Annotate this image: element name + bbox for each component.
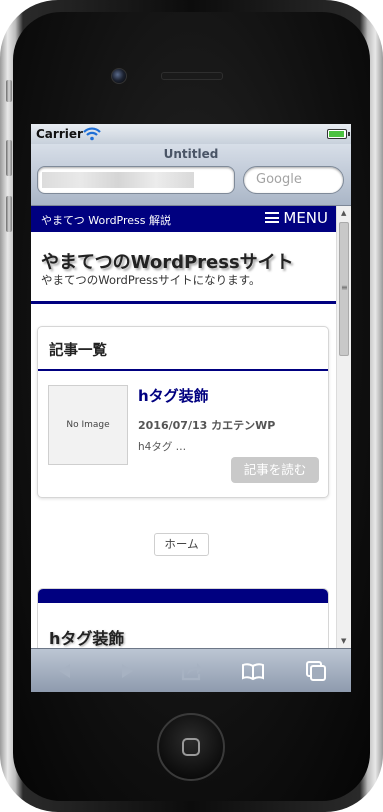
- url-text-blurred: [42, 172, 194, 188]
- menu-icon: [265, 212, 280, 223]
- next-section-card: hタグ装飾: [37, 588, 329, 648]
- post-excerpt: h4タグ …: [138, 441, 187, 453]
- volume-down-button: [6, 196, 12, 232]
- back-icon[interactable]: [53, 659, 77, 683]
- browser-toolbar: Untitled Google: [31, 144, 351, 206]
- iphone-frame: Carrier Untitled Google やまてつ WordPress 解…: [0, 0, 383, 812]
- article-list-heading: 記事一覧: [49, 343, 107, 359]
- scroll-thumb[interactable]: ≡: [339, 222, 349, 356]
- grip-icon: ≡: [341, 283, 348, 292]
- section-bar: [38, 589, 328, 603]
- front-camera: [111, 68, 127, 84]
- header-divider: [31, 301, 336, 304]
- scrollbar[interactable]: ▲ ≡ ▼: [336, 206, 351, 648]
- url-field[interactable]: [37, 166, 235, 194]
- search-input[interactable]: Google: [243, 166, 344, 194]
- mute-switch: [6, 80, 12, 102]
- volume-up-button: [6, 140, 12, 176]
- status-bar: Carrier: [31, 124, 351, 144]
- share-icon[interactable]: [180, 659, 204, 683]
- post-thumbnail[interactable]: No Image: [48, 385, 128, 465]
- post-title-link[interactable]: hタグ装飾: [138, 385, 209, 406]
- article-list-card: 記事一覧 No Image hタグ装飾 2016/07/13 カエテンWP h4…: [37, 326, 329, 498]
- read-more-button[interactable]: 記事を読む: [231, 457, 319, 483]
- site-title[interactable]: やまてつのWordPressサイト: [41, 248, 294, 274]
- tabs-icon[interactable]: [304, 659, 328, 683]
- home-square-icon: [182, 738, 200, 756]
- menu-button[interactable]: MENU: [265, 209, 328, 227]
- menu-label: MENU: [283, 209, 328, 227]
- browser-bottom-toolbar: [31, 648, 351, 692]
- wifi-icon: [83, 127, 101, 141]
- web-view: やまてつ WordPress 解説 MENU やまてつのWordPressサイト…: [31, 206, 351, 648]
- earpiece-speaker: [161, 72, 223, 80]
- scroll-up-arrow-icon[interactable]: ▲: [341, 209, 346, 217]
- carrier-label: Carrier: [36, 127, 83, 141]
- bookmarks-icon[interactable]: [241, 659, 265, 683]
- battery-icon: [327, 129, 350, 139]
- heading-divider: [38, 369, 328, 371]
- site-nav-bar: やまてつ WordPress 解説 MENU: [31, 206, 336, 232]
- page-title: Untitled: [163, 147, 219, 161]
- nav-site-title[interactable]: やまてつ WordPress 解説: [41, 212, 171, 228]
- next-section-title: hタグ装飾: [49, 629, 125, 648]
- screen: Carrier Untitled Google やまてつ WordPress 解…: [31, 124, 351, 692]
- home-button[interactable]: [157, 713, 225, 781]
- forward-icon[interactable]: [115, 659, 139, 683]
- scroll-down-arrow-icon[interactable]: ▼: [341, 637, 346, 645]
- home-breadcrumb-button[interactable]: ホーム: [154, 533, 209, 556]
- post-meta: 2016/07/13 カエテンWP: [138, 419, 276, 432]
- site-description: やまてつのWordPressサイトになります。: [41, 273, 261, 287]
